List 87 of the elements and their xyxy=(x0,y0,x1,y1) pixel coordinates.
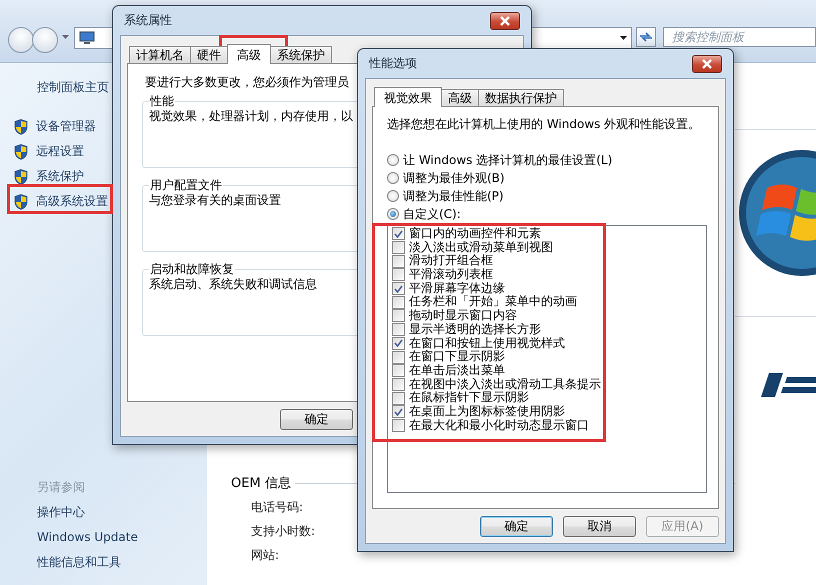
refresh-button[interactable] xyxy=(636,27,656,47)
sidebar-link[interactable]: 设备管理器 xyxy=(36,118,96,135)
shield-icon xyxy=(14,118,28,134)
tab[interactable]: 数据执行保护 xyxy=(478,89,564,106)
dialog-button[interactable]: 取消 xyxy=(563,516,636,537)
radio-label: 调整为最佳性能(P) xyxy=(403,188,504,204)
search-field[interactable]: 搜索控制面板 xyxy=(663,27,816,47)
checkbox-label: 平滑屏幕字体边缘 xyxy=(409,282,505,295)
section-heading: 另请参阅 xyxy=(37,479,86,496)
shield-icon xyxy=(14,194,28,210)
sidebar-link[interactable]: Windows Update xyxy=(37,525,138,550)
checkbox[interactable] xyxy=(392,254,405,268)
sidebar-link[interactable]: 控制面板主页 xyxy=(37,78,109,96)
checkbox-label: 在窗口和按钮上使用视觉样式 xyxy=(409,336,565,350)
checkbox-label: 窗口内的动画控件和元素 xyxy=(409,227,541,241)
arrows-icon xyxy=(639,32,653,42)
checkbox[interactable] xyxy=(392,296,405,309)
checkbox[interactable] xyxy=(392,241,405,254)
dialog-button[interactable]: 确定 xyxy=(280,409,353,430)
checkbox-label: 在窗口下显示阴影 xyxy=(409,350,505,364)
close-button[interactable] xyxy=(490,12,520,30)
notice-text: 要进行大多数更改，您必须作为管理员 xyxy=(145,74,350,90)
sidebar-link[interactable]: 远程设置 xyxy=(36,143,84,160)
sidebar-link[interactable]: 操作中心 xyxy=(37,500,85,525)
checkbox-label: 滑动打开组合框 xyxy=(409,254,493,268)
checkbox[interactable] xyxy=(392,405,405,418)
tab[interactable]: 高级 xyxy=(227,44,271,64)
checkbox-label: 显示半透明的选择长方形 xyxy=(409,322,541,336)
checkbox-label: 任务栏和「开始」菜单中的动画 xyxy=(409,295,577,308)
window-title: 系统属性 xyxy=(124,12,172,29)
checkbox[interactable] xyxy=(392,227,405,240)
shield-icon xyxy=(14,144,28,160)
tab[interactable]: 高级 xyxy=(441,89,479,106)
checkbox[interactable] xyxy=(392,364,405,378)
tab[interactable]: 计算机名 xyxy=(129,46,191,63)
radio-label: 调整为最佳外观(B) xyxy=(403,170,505,186)
logo-drawing xyxy=(761,373,816,397)
checkbox[interactable] xyxy=(392,418,405,432)
checkbox[interactable] xyxy=(392,350,405,364)
checkbox-label: 拖动时显示窗口内容 xyxy=(409,309,517,323)
dialog-button[interactable]: 确定 xyxy=(480,516,553,537)
group-description: 系统启动、系统失败和调试信息 xyxy=(149,277,317,291)
monitor-icon xyxy=(79,31,95,45)
field-label: 网站: xyxy=(251,547,280,564)
checkbox-label: 在桌面上为图标标签使用阴影 xyxy=(409,404,565,419)
sidebar-link[interactable]: 系统保护 xyxy=(36,168,84,185)
radio-button[interactable] xyxy=(387,190,399,202)
group-title: 用户配置文件 xyxy=(149,178,223,192)
checkbox[interactable] xyxy=(392,378,405,391)
tab[interactable]: 系统保护 xyxy=(270,46,332,63)
radio-button[interactable] xyxy=(387,208,399,220)
tab[interactable]: 硬件 xyxy=(190,46,228,63)
sidebar-link[interactable]: 高级系统设置 xyxy=(36,193,108,210)
checkbox-label: 在最大化和最小化时动态显示窗口 xyxy=(409,418,589,432)
checkbox-label: 在单击后淡出菜单 xyxy=(409,364,505,378)
checkbox-label: 淡入淡出或滑动菜单到视图 xyxy=(409,240,553,254)
caret-icon[interactable] xyxy=(620,36,627,40)
checkbox-label: 在鼠标指针下显示阴影 xyxy=(409,391,529,405)
close-icon xyxy=(499,16,511,26)
close-icon xyxy=(701,58,713,68)
sidebar-link[interactable]: 性能信息和工具 xyxy=(37,550,121,575)
close-button[interactable] xyxy=(692,54,722,72)
description-text: 选择您想在此计算机上使用的 Windows 外观和性能设置。 xyxy=(387,116,702,132)
checkbox[interactable] xyxy=(392,282,405,296)
forward-button[interactable] xyxy=(32,27,58,53)
shield-icon xyxy=(14,168,28,184)
tab[interactable]: 视觉效果 xyxy=(374,87,442,107)
radio-button[interactable] xyxy=(387,154,399,166)
group-description: 视觉效果，处理器计划，内存使用，以 xyxy=(149,109,353,123)
back-button[interactable] xyxy=(8,27,34,53)
group-title: 启动和故障恢复 xyxy=(149,262,235,276)
checkbox[interactable] xyxy=(392,392,405,405)
window-title: 性能选项 xyxy=(369,55,417,72)
group-title: 性能 xyxy=(149,94,175,108)
checkbox[interactable] xyxy=(392,336,405,350)
checkbox[interactable] xyxy=(392,323,405,336)
radio-label: 自定义(C): xyxy=(403,206,461,222)
checkbox[interactable] xyxy=(392,309,405,322)
checkbox-label: 在视图中淡入淡出或滑动工具条提示 xyxy=(409,378,601,391)
radio-label: 让 Windows 选择计算机的最佳设置(L) xyxy=(403,152,612,168)
radio-button[interactable] xyxy=(387,172,399,184)
checkbox[interactable] xyxy=(392,268,405,282)
field-label: 支持小时数: xyxy=(251,523,316,540)
group-description: 与您登录有关的桌面设置 xyxy=(149,193,281,207)
section-heading: OEM 信息 xyxy=(231,475,291,492)
field-label: 电话号码: xyxy=(251,499,304,516)
checkbox-label: 平滑滚动列表框 xyxy=(409,268,493,282)
